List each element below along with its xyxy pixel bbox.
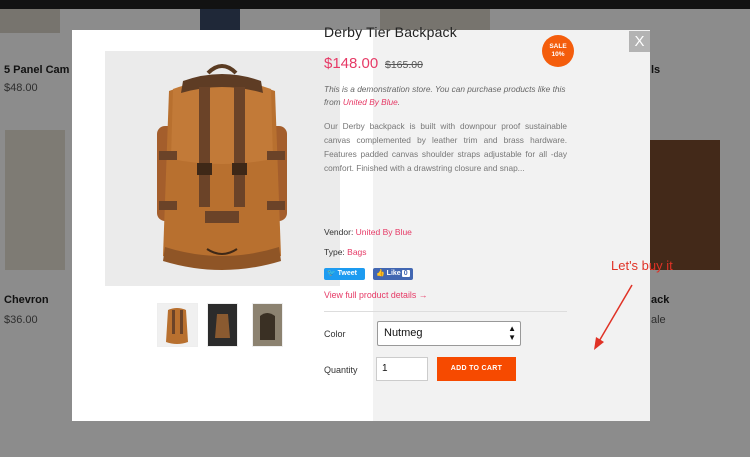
demo-note-vendor-link[interactable]: United By Blue bbox=[343, 97, 398, 107]
backpack-image-icon bbox=[157, 64, 287, 270]
select-arrows-icon: ▲ ▼ bbox=[508, 324, 516, 342]
tweet-button[interactable]: 🐦 Tweet bbox=[324, 268, 365, 280]
twitter-icon: 🐦 bbox=[327, 270, 336, 277]
close-button[interactable]: X bbox=[629, 31, 650, 52]
type-link[interactable]: Bags bbox=[347, 247, 366, 257]
backpack-thumbnail-icon bbox=[166, 308, 188, 344]
backpack-thumbnail-icon bbox=[260, 313, 275, 340]
divider bbox=[324, 311, 567, 312]
type-row-text: Type: Bags bbox=[324, 247, 367, 257]
vendor-row: Vendor: United By Blue bbox=[324, 227, 412, 237]
quantity-label: Quantity bbox=[324, 365, 358, 375]
facebook-like-button[interactable]: 👍 Like 0 bbox=[373, 268, 413, 280]
vendor-label: Vendor: bbox=[324, 227, 356, 237]
color-selected-value: Nutmeg bbox=[384, 327, 423, 339]
facebook-icon: 👍 bbox=[376, 270, 385, 277]
type-label: Type: bbox=[324, 247, 348, 257]
demo-store-note: This is a demonstration store. You can p… bbox=[324, 83, 566, 109]
sale-percent: 10% bbox=[551, 51, 565, 58]
thumbnail-3[interactable] bbox=[252, 303, 283, 347]
annotation-label: Let's buy it bbox=[611, 258, 673, 273]
color-select[interactable]: Nutmeg ▲ ▼ bbox=[377, 321, 521, 346]
view-full-details-link[interactable]: View full product details → bbox=[324, 290, 428, 300]
vendor-link[interactable]: United By Blue bbox=[356, 227, 412, 237]
add-to-cart-button[interactable]: ADD TO CART bbox=[437, 357, 516, 381]
product-description: Our Derby backpack is built with downpou… bbox=[324, 121, 567, 173]
product-title: Derby Tier Backpack bbox=[324, 24, 457, 40]
sale-badge: SALE 10% bbox=[542, 35, 574, 67]
like-label: Like bbox=[386, 270, 401, 277]
demo-note-end: . bbox=[397, 97, 401, 107]
product-main-image bbox=[105, 51, 340, 286]
thumbnail-2[interactable] bbox=[207, 303, 238, 347]
quantity-input[interactable]: 1 bbox=[376, 357, 428, 381]
sale-label: SALE bbox=[549, 43, 567, 50]
like-count: 0 bbox=[401, 270, 410, 277]
product-price: $148.00 bbox=[324, 55, 379, 72]
compare-price: $165.00 bbox=[385, 59, 423, 71]
tweet-label: Tweet bbox=[337, 270, 357, 277]
thumbnail-1[interactable] bbox=[157, 303, 198, 347]
color-label: Color bbox=[324, 329, 346, 339]
backpack-thumbnail-icon bbox=[215, 314, 230, 338]
